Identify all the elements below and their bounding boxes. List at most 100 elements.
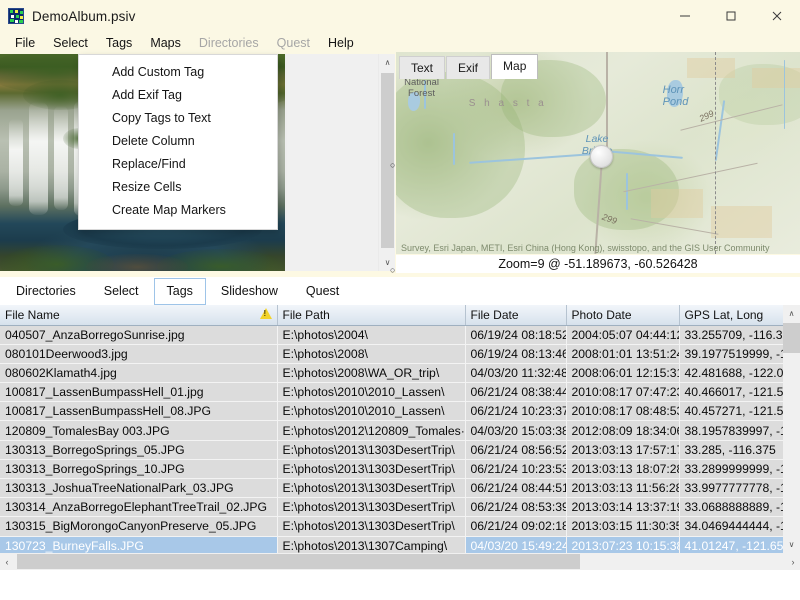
- map-view[interactable]: ShastaNationalForest S h a s t a LakeBri…: [396, 52, 800, 254]
- menu-resize-cells[interactable]: Resize Cells: [79, 176, 277, 199]
- cell-file-path[interactable]: E:\photos\2012\120809_Tomales·: [277, 420, 466, 441]
- table-row[interactable]: 130313_JoshuaTreeNationalPark_03.JPG E:\…: [0, 478, 800, 499]
- menu-replace-find[interactable]: Replace/Find: [79, 153, 277, 176]
- menu-file[interactable]: File: [6, 34, 44, 52]
- cell-file-date[interactable]: 04/03/20 11:32:48: [465, 363, 567, 384]
- column-header-file-date[interactable]: File Date: [465, 305, 567, 326]
- column-header-photo-date[interactable]: Photo Date: [566, 305, 680, 326]
- cell-file-name[interactable]: 130723_BurneyFalls.JPG: [0, 536, 278, 553]
- table-row[interactable]: 130314_AnzaBorregoElephantTreeTrail_02.J…: [0, 497, 800, 518]
- table-row[interactable]: 080602Klamath4.jpg E:\photos\2008\WA_OR_…: [0, 363, 800, 384]
- map-location-marker[interactable]: [589, 144, 613, 168]
- cell-file-name[interactable]: 040507_AnzaBorregoSunrise.jpg: [0, 325, 278, 345]
- cell-file-name[interactable]: 120809_TomalesBay 003.JPG: [0, 420, 278, 441]
- cell-gps[interactable]: 34.0469444444, -1: [679, 516, 783, 537]
- table-row[interactable]: 130315_BigMorongoCanyonPreserve_05.JPG E…: [0, 516, 800, 537]
- cell-photo-date[interactable]: 2004:05:07 04:44:12: [566, 325, 680, 345]
- cell-file-path[interactable]: E:\photos\2010\2010_Lassen\: [277, 382, 466, 403]
- menu-help[interactable]: Help: [319, 34, 363, 52]
- cell-gps[interactable]: 33.2899999999, -1: [679, 459, 783, 480]
- close-button[interactable]: [754, 0, 800, 32]
- scrollbar-thumb[interactable]: [17, 554, 580, 569]
- cell-file-path[interactable]: E:\photos\2013\1303DesertTrip\: [277, 440, 466, 460]
- cell-photo-date[interactable]: 2012:08:09 18:34:06: [566, 420, 680, 441]
- cell-photo-date[interactable]: 2013:03:14 13:37:19: [566, 497, 680, 518]
- tab-exif[interactable]: Exif: [446, 56, 491, 79]
- cell-file-path[interactable]: E:\photos\2013\1303DesertTrip\: [277, 516, 466, 537]
- cell-file-name[interactable]: 130313_BorregoSprings_05.JPG: [0, 440, 278, 460]
- menu-add-exif-tag[interactable]: Add Exif Tag: [79, 84, 277, 107]
- cell-file-date[interactable]: 06/21/24 10:23:53: [465, 459, 567, 480]
- cell-gps[interactable]: 42.481688, -122.0·: [679, 363, 783, 384]
- file-table[interactable]: File Name File Path File Date Photo Date…: [0, 305, 800, 553]
- cell-file-path[interactable]: E:\photos\2010\2010_Lassen\: [277, 401, 466, 422]
- tab-select[interactable]: Select: [90, 278, 152, 305]
- chevron-right-icon[interactable]: ›: [786, 553, 800, 570]
- tab-text[interactable]: Text: [399, 56, 446, 79]
- cell-photo-date[interactable]: 2013:07:23 10:15:38: [566, 536, 680, 553]
- menu-maps[interactable]: Maps: [141, 34, 190, 52]
- menu-copy-tags-to-text[interactable]: Copy Tags to Text: [79, 107, 277, 130]
- cell-gps[interactable]: 40.457271, -121.5·: [679, 401, 783, 422]
- cell-file-path[interactable]: E:\photos\2013\1303DesertTrip\: [277, 478, 466, 499]
- cell-file-name[interactable]: 130314_AnzaBorregoElephantTreeTrail_02.J…: [0, 497, 278, 518]
- cell-photo-date[interactable]: 2008:06:01 12:15:31: [566, 363, 680, 384]
- cell-photo-date[interactable]: 2013:03:13 18:07:28: [566, 459, 680, 480]
- column-header-file-path[interactable]: File Path: [277, 305, 466, 326]
- menu-add-custom-tag[interactable]: Add Custom Tag: [79, 61, 277, 84]
- cell-file-path[interactable]: E:\photos\2013\1303DesertTrip\: [277, 497, 466, 518]
- cell-photo-date[interactable]: 2010:08:17 08:48:53: [566, 401, 680, 422]
- chevron-down-icon[interactable]: ∨: [783, 536, 800, 553]
- cell-file-path[interactable]: E:\photos\2013\1303DesertTrip\: [277, 459, 466, 480]
- cell-file-date[interactable]: 06/21/24 10:23:37: [465, 401, 567, 422]
- cell-gps[interactable]: 41.01247, -121.65: [679, 536, 783, 553]
- cell-file-date[interactable]: 06/19/24 08:13:46: [465, 344, 567, 364]
- cell-file-date[interactable]: 06/21/24 08:38:44: [465, 382, 567, 403]
- splitter-handle-bottom[interactable]: ○: [390, 265, 395, 275]
- chevron-up-icon[interactable]: ∧: [379, 54, 396, 71]
- minimize-button[interactable]: [662, 0, 708, 32]
- cell-photo-date[interactable]: 2013:03:15 11:30:35: [566, 516, 680, 537]
- tab-map[interactable]: Map: [491, 54, 539, 79]
- cell-file-name[interactable]: 100817_LassenBumpassHell_08.JPG: [0, 401, 278, 422]
- column-header-file-name[interactable]: File Name: [0, 305, 278, 326]
- cell-file-name[interactable]: 130313_BorregoSprings_10.JPG: [0, 459, 278, 480]
- cell-gps[interactable]: 38.1957839997, -1: [679, 420, 783, 441]
- cell-gps[interactable]: 33.0688888889, -1: [679, 497, 783, 518]
- table-row[interactable]: 080101Deerwood3.jpg E:\photos\2008\ 06/1…: [0, 344, 800, 364]
- cell-file-path[interactable]: E:\photos\2013\1307Camping\: [277, 536, 466, 553]
- tab-directories[interactable]: Directories: [3, 278, 89, 305]
- cell-file-name[interactable]: 080602Klamath4.jpg: [0, 363, 278, 384]
- cell-file-name[interactable]: 130313_JoshuaTreeNationalPark_03.JPG: [0, 478, 278, 499]
- table-row[interactable]: 040507_AnzaBorregoSunrise.jpg E:\photos\…: [0, 325, 800, 345]
- cell-gps[interactable]: 33.9977777778, -1: [679, 478, 783, 499]
- table-row[interactable]: 130313_BorregoSprings_05.JPG E:\photos\2…: [0, 440, 800, 460]
- cell-file-name[interactable]: 130315_BigMorongoCanyonPreserve_05.JPG: [0, 516, 278, 537]
- cell-photo-date[interactable]: 2013:03:13 17:57:17: [566, 440, 680, 460]
- cell-gps[interactable]: 33.255709, -116.3·: [679, 325, 783, 345]
- cell-file-date[interactable]: 06/21/24 08:53:39: [465, 497, 567, 518]
- cell-photo-date[interactable]: 2010:08:17 07:47:23: [566, 382, 680, 403]
- table-horizontal-scrollbar[interactable]: ‹ ›: [0, 553, 800, 570]
- table-row[interactable]: 130313_BorregoSprings_10.JPG E:\photos\2…: [0, 459, 800, 480]
- cell-file-date[interactable]: 06/21/24 08:44:51: [465, 478, 567, 499]
- tab-quest[interactable]: Quest: [292, 278, 353, 305]
- scrollbar-thumb[interactable]: [783, 323, 800, 353]
- table-row-selected[interactable]: 130723_BurneyFalls.JPG E:\photos\2013\13…: [0, 536, 800, 553]
- splitter-handle-top[interactable]: ○: [390, 160, 395, 170]
- maximize-button[interactable]: [708, 0, 754, 32]
- cell-file-date[interactable]: 04/03/20 15:49:24: [465, 536, 567, 553]
- cell-gps[interactable]: 33.285, -116.375: [679, 440, 783, 460]
- table-row[interactable]: 100817_LassenBumpassHell_01.jpg E:\photo…: [0, 382, 800, 403]
- menu-select[interactable]: Select: [44, 34, 97, 52]
- menu-delete-column[interactable]: Delete Column: [79, 130, 277, 153]
- cell-photo-date[interactable]: 2008:01:01 13:51:24: [566, 344, 680, 364]
- cell-file-path[interactable]: E:\photos\2004\: [277, 325, 466, 345]
- table-row[interactable]: 120809_TomalesBay 003.JPG E:\photos\2012…: [0, 420, 800, 441]
- tab-slideshow[interactable]: Slideshow: [207, 278, 291, 305]
- cell-file-date[interactable]: 04/03/20 15:03:38: [465, 420, 567, 441]
- table-row[interactable]: 100817_LassenBumpassHell_08.JPG E:\photo…: [0, 401, 800, 422]
- tab-tags[interactable]: Tags: [153, 278, 206, 305]
- column-header-gps[interactable]: GPS Lat, Long: [679, 305, 784, 326]
- chevron-up-icon[interactable]: ∧: [783, 305, 800, 322]
